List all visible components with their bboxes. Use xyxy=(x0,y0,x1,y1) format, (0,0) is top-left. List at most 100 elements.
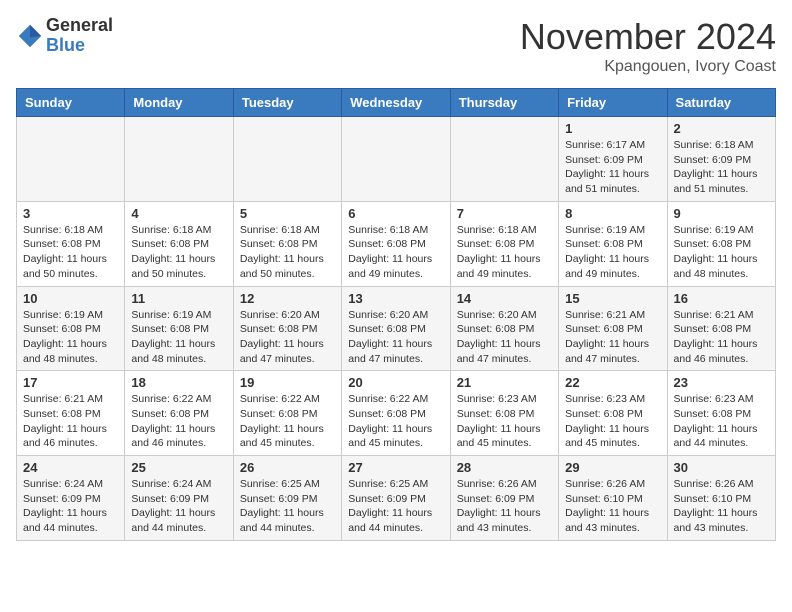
day-number: 16 xyxy=(674,291,769,306)
month-title: November 2024 xyxy=(520,16,776,58)
weekday-header: Friday xyxy=(559,89,667,117)
day-info: Sunrise: 6:18 AM Sunset: 6:08 PM Dayligh… xyxy=(23,223,118,282)
calendar-cell: 26 Sunrise: 6:25 AM Sunset: 6:09 PM Dayli… xyxy=(233,456,341,541)
logo-general: General xyxy=(46,16,113,36)
day-number: 14 xyxy=(457,291,552,306)
calendar-cell: 30 Sunrise: 6:26 AM Sunset: 6:10 PM Dayli… xyxy=(667,456,775,541)
day-number: 12 xyxy=(240,291,335,306)
logo-blue: Blue xyxy=(46,36,113,56)
calendar-cell: 25 Sunrise: 6:24 AM Sunset: 6:09 PM Dayli… xyxy=(125,456,233,541)
day-number: 19 xyxy=(240,375,335,390)
calendar-cell: 16 Sunrise: 6:21 AM Sunset: 6:08 PM Dayli… xyxy=(667,286,775,371)
day-number: 26 xyxy=(240,460,335,475)
title-block: November 2024 Kpangouen, Ivory Coast xyxy=(520,16,776,76)
location-title: Kpangouen, Ivory Coast xyxy=(520,58,776,76)
day-number: 22 xyxy=(565,375,660,390)
day-number: 11 xyxy=(131,291,226,306)
calendar-cell: 2 Sunrise: 6:18 AM Sunset: 6:09 PM Daylig… xyxy=(667,117,775,202)
day-info: Sunrise: 6:26 AM Sunset: 6:10 PM Dayligh… xyxy=(674,477,769,536)
calendar-week-row: 1Sunrise: 6:17 AM Sunset: 6:09 PM Daylig… xyxy=(17,117,776,202)
day-info: Sunrise: 6:18 AM Sunset: 6:08 PM Dayligh… xyxy=(131,223,226,282)
weekday-header: Sunday xyxy=(17,89,125,117)
day-number: 17 xyxy=(23,375,118,390)
weekday-header: Monday xyxy=(125,89,233,117)
calendar-cell: 19Sunrise: 6:22 AM Sunset: 6:08 PM Dayli… xyxy=(233,371,341,456)
calendar-cell: 22Sunrise: 6:23 AM Sunset: 6:08 PM Dayli… xyxy=(559,371,667,456)
weekday-header: Thursday xyxy=(450,89,558,117)
day-number: 5 xyxy=(240,206,335,221)
page-header: General Blue November 2024 Kpangouen, Iv… xyxy=(16,16,776,76)
day-info: Sunrise: 6:25 AM Sunset: 6:09 PM Dayligh… xyxy=(240,477,335,536)
day-number: 21 xyxy=(457,375,552,390)
day-info: Sunrise: 6:21 AM Sunset: 6:08 PM Dayligh… xyxy=(23,392,118,451)
calendar-cell: 11 Sunrise: 6:19 AM Sunset: 6:08 PM Dayli… xyxy=(125,286,233,371)
day-number: 4 xyxy=(131,206,226,221)
day-number: 27 xyxy=(348,460,443,475)
day-info: Sunrise: 6:22 AM Sunset: 6:08 PM Dayligh… xyxy=(348,392,443,451)
calendar-cell: 28 Sunrise: 6:26 AM Sunset: 6:09 PM Dayli… xyxy=(450,456,558,541)
calendar-cell: 6Sunrise: 6:18 AM Sunset: 6:08 PM Daylig… xyxy=(342,201,450,286)
weekday-header: Wednesday xyxy=(342,89,450,117)
day-info: Sunrise: 6:18 AM Sunset: 6:09 PM Dayligh… xyxy=(674,138,769,197)
day-number: 25 xyxy=(131,460,226,475)
calendar-cell xyxy=(233,117,341,202)
day-info: Sunrise: 6:17 AM Sunset: 6:09 PM Dayligh… xyxy=(565,138,660,197)
calendar-cell: 14 Sunrise: 6:20 AM Sunset: 6:08 PM Dayli… xyxy=(450,286,558,371)
calendar-cell: 20 Sunrise: 6:22 AM Sunset: 6:08 PM Dayli… xyxy=(342,371,450,456)
day-info: Sunrise: 6:24 AM Sunset: 6:09 PM Dayligh… xyxy=(23,477,118,536)
day-number: 30 xyxy=(674,460,769,475)
calendar-cell: 9 Sunrise: 6:19 AM Sunset: 6:08 PM Daylig… xyxy=(667,201,775,286)
day-info: Sunrise: 6:20 AM Sunset: 6:08 PM Dayligh… xyxy=(457,308,552,367)
day-info: Sunrise: 6:24 AM Sunset: 6:09 PM Dayligh… xyxy=(131,477,226,536)
weekday-header-row: SundayMondayTuesdayWednesdayThursdayFrid… xyxy=(17,89,776,117)
day-number: 6 xyxy=(348,206,443,221)
calendar-cell: 21Sunrise: 6:23 AM Sunset: 6:08 PM Dayli… xyxy=(450,371,558,456)
day-info: Sunrise: 6:23 AM Sunset: 6:08 PM Dayligh… xyxy=(674,392,769,451)
day-number: 7 xyxy=(457,206,552,221)
calendar-week-row: 24Sunrise: 6:24 AM Sunset: 6:09 PM Dayli… xyxy=(17,456,776,541)
logo-icon xyxy=(16,22,44,50)
day-number: 10 xyxy=(23,291,118,306)
day-number: 9 xyxy=(674,206,769,221)
day-info: Sunrise: 6:22 AM Sunset: 6:08 PM Dayligh… xyxy=(131,392,226,451)
day-number: 20 xyxy=(348,375,443,390)
day-info: Sunrise: 6:21 AM Sunset: 6:08 PM Dayligh… xyxy=(565,308,660,367)
calendar-cell xyxy=(342,117,450,202)
day-number: 13 xyxy=(348,291,443,306)
weekday-header: Saturday xyxy=(667,89,775,117)
calendar-cell: 1Sunrise: 6:17 AM Sunset: 6:09 PM Daylig… xyxy=(559,117,667,202)
logo: General Blue xyxy=(16,16,113,56)
day-number: 18 xyxy=(131,375,226,390)
calendar-cell: 10 Sunrise: 6:19 AM Sunset: 6:08 PM Dayli… xyxy=(17,286,125,371)
day-info: Sunrise: 6:26 AM Sunset: 6:10 PM Dayligh… xyxy=(565,477,660,536)
day-info: Sunrise: 6:21 AM Sunset: 6:08 PM Dayligh… xyxy=(674,308,769,367)
calendar-cell: 4 Sunrise: 6:18 AM Sunset: 6:08 PM Daylig… xyxy=(125,201,233,286)
day-info: Sunrise: 6:26 AM Sunset: 6:09 PM Dayligh… xyxy=(457,477,552,536)
day-info: Sunrise: 6:19 AM Sunset: 6:08 PM Dayligh… xyxy=(131,308,226,367)
day-info: Sunrise: 6:20 AM Sunset: 6:08 PM Dayligh… xyxy=(240,308,335,367)
day-number: 8 xyxy=(565,206,660,221)
day-info: Sunrise: 6:18 AM Sunset: 6:08 PM Dayligh… xyxy=(240,223,335,282)
calendar-cell: 5 Sunrise: 6:18 AM Sunset: 6:08 PM Daylig… xyxy=(233,201,341,286)
calendar-cell: 24Sunrise: 6:24 AM Sunset: 6:09 PM Dayli… xyxy=(17,456,125,541)
day-info: Sunrise: 6:19 AM Sunset: 6:08 PM Dayligh… xyxy=(23,308,118,367)
day-info: Sunrise: 6:19 AM Sunset: 6:08 PM Dayligh… xyxy=(674,223,769,282)
calendar: SundayMondayTuesdayWednesdayThursdayFrid… xyxy=(16,88,776,541)
day-number: 3 xyxy=(23,206,118,221)
calendar-cell: 12 Sunrise: 6:20 AM Sunset: 6:08 PM Dayli… xyxy=(233,286,341,371)
calendar-cell: 15Sunrise: 6:21 AM Sunset: 6:08 PM Dayli… xyxy=(559,286,667,371)
calendar-cell xyxy=(450,117,558,202)
day-number: 29 xyxy=(565,460,660,475)
day-info: Sunrise: 6:18 AM Sunset: 6:08 PM Dayligh… xyxy=(457,223,552,282)
calendar-cell: 18 Sunrise: 6:22 AM Sunset: 6:08 PM Dayli… xyxy=(125,371,233,456)
calendar-cell: 29 Sunrise: 6:26 AM Sunset: 6:10 PM Dayli… xyxy=(559,456,667,541)
calendar-week-row: 17 Sunrise: 6:21 AM Sunset: 6:08 PM Dayli… xyxy=(17,371,776,456)
day-number: 23 xyxy=(674,375,769,390)
day-number: 2 xyxy=(674,121,769,136)
day-info: Sunrise: 6:20 AM Sunset: 6:08 PM Dayligh… xyxy=(348,308,443,367)
calendar-cell: 27Sunrise: 6:25 AM Sunset: 6:09 PM Dayli… xyxy=(342,456,450,541)
day-info: Sunrise: 6:19 AM Sunset: 6:08 PM Dayligh… xyxy=(565,223,660,282)
day-number: 28 xyxy=(457,460,552,475)
calendar-week-row: 3 Sunrise: 6:18 AM Sunset: 6:08 PM Daylig… xyxy=(17,201,776,286)
calendar-cell: 8 Sunrise: 6:19 AM Sunset: 6:08 PM Daylig… xyxy=(559,201,667,286)
